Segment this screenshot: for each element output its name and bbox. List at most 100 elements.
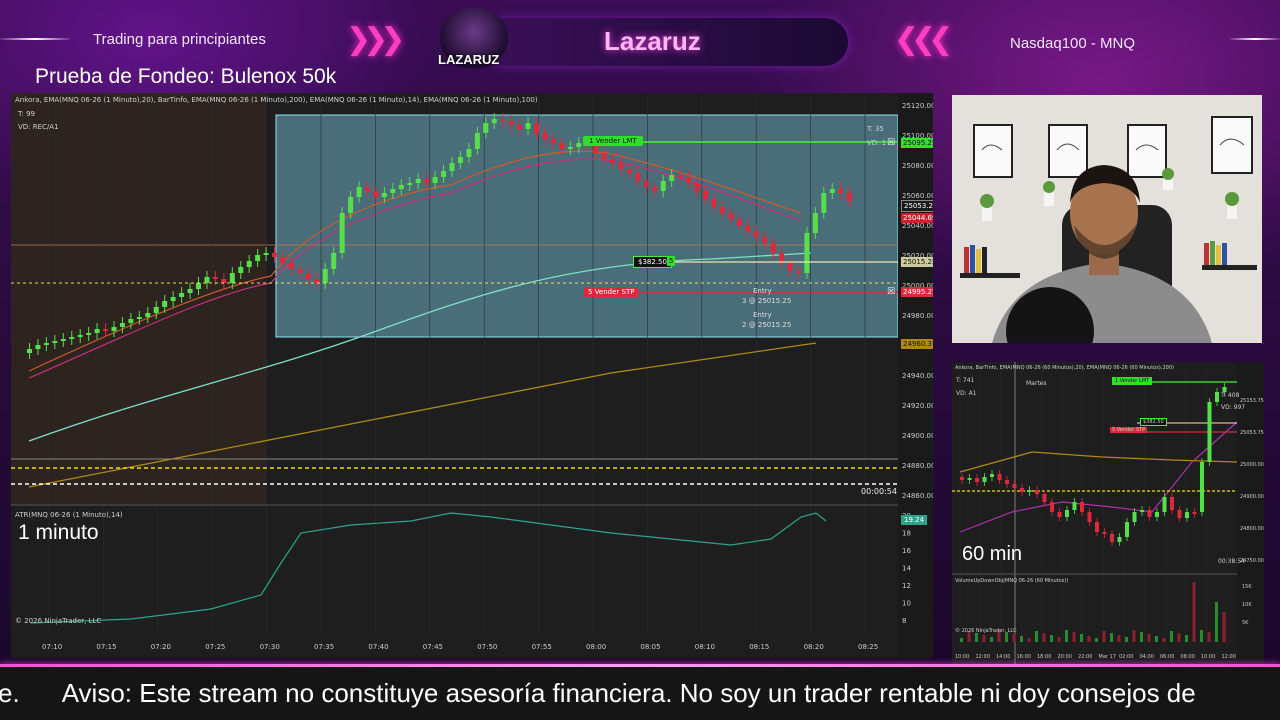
secondary-pnl-label: $382.50 <box>1140 418 1167 426</box>
atr-line <box>30 512 827 624</box>
candle-body <box>534 123 539 133</box>
ema-price-tag: 25044.69 <box>901 213 933 223</box>
hourly-price-chart[interactable]: 25153.7525053.7525000.0024900.0024800.00… <box>952 362 1264 664</box>
vol-tick-label: 10K <box>1242 602 1252 608</box>
small-y-tick-label: 25053.75 <box>1240 430 1264 436</box>
ema20-line <box>959 421 1238 533</box>
candle-body <box>280 257 286 263</box>
entry-marker-1-detail: 3 @ 25015.25 <box>742 297 792 305</box>
close-stop-icon[interactable]: ☒ <box>887 287 895 297</box>
candle-body <box>196 283 201 289</box>
volume-bar <box>982 635 986 642</box>
candle-body <box>466 149 472 157</box>
small-candle-body <box>1125 522 1129 537</box>
close-order-icon[interactable]: ☒ <box>887 138 895 148</box>
entry-marker-1-title: Entry <box>753 287 772 295</box>
header-line-left <box>0 38 70 40</box>
pnl-qty: 5 <box>667 256 676 266</box>
volume-bar <box>960 638 963 642</box>
candle-body <box>415 179 421 183</box>
candle-body <box>491 119 497 123</box>
streamer-name: Lazaruz <box>604 26 701 56</box>
tick-counter: T: 99 <box>18 110 35 118</box>
volume-bar <box>1027 638 1031 642</box>
atr-tick-label: 8 <box>902 617 906 625</box>
small-x-tick-label: 16:00 <box>1017 654 1031 660</box>
candle-body <box>407 183 413 185</box>
candle-body <box>356 187 362 197</box>
candle-body <box>69 337 75 339</box>
candle-body <box>660 181 666 191</box>
small-candle-body <box>1065 510 1069 517</box>
small-x-tick-label: 12:00 <box>1222 654 1236 660</box>
small-candle-body <box>1192 512 1197 514</box>
volume-bar <box>1222 612 1226 642</box>
candle-body <box>297 269 303 273</box>
x-tick-label: 07:10 <box>42 643 62 651</box>
y-tick-label: 24980.00 <box>902 312 933 320</box>
x-tick-label: 07:40 <box>368 643 388 651</box>
candle-body <box>331 253 337 269</box>
small-x-tick-label: 06:00 <box>1160 654 1174 660</box>
secondary-target-label: 1 Vender LMT <box>1112 377 1153 385</box>
candle-body <box>187 289 193 293</box>
last-price-tag: 25053.25 <box>901 200 933 212</box>
atr-tick-label: 12 <box>902 582 911 590</box>
vol-tick-label: 5K <box>1242 620 1249 626</box>
candle-body <box>846 193 852 201</box>
small-x-tick-label: 18:00 <box>1037 654 1051 660</box>
small-x-tick-label: 10:00 <box>1201 654 1215 660</box>
candle-body <box>753 231 759 237</box>
candle-body <box>179 293 185 297</box>
volume-bar <box>1020 636 1023 642</box>
volume-bar <box>1147 634 1151 642</box>
candle-body <box>508 121 514 125</box>
candle-body <box>736 219 742 225</box>
x-tick-label: 07:15 <box>96 643 116 651</box>
x-tick-label: 07:30 <box>260 643 280 651</box>
small-candle-body <box>1095 522 1099 532</box>
small-x-tick-label: 08:00 <box>1181 654 1195 660</box>
candle-body <box>94 329 100 333</box>
small-candle-body <box>1110 534 1114 542</box>
chevron-right-icon: ❯❯❯ <box>346 22 405 57</box>
candle-body <box>643 181 649 187</box>
target-order-label[interactable]: 1 Vender LMT <box>583 136 643 146</box>
shelf <box>960 273 1020 278</box>
candle-body <box>829 189 835 193</box>
volume-bar <box>1125 637 1128 642</box>
atr-tick-label: 16 <box>902 547 911 555</box>
small-candle-body <box>1207 402 1212 462</box>
small-candle-body <box>997 474 1002 480</box>
y-tick-label: 24880.00 <box>902 462 933 470</box>
x-tick-label: 08:10 <box>695 643 715 651</box>
candle-body <box>365 187 370 191</box>
secondary-chart-panel[interactable]: 25153.75 25053.75 25000.00 24900.00 24800.00… <box>952 362 1264 664</box>
volume-bar <box>1102 631 1106 642</box>
header-left-text: Trading para principiantes <box>93 31 266 48</box>
small-x-tick-label: 10:00 <box>955 654 969 660</box>
main-price-chart[interactable]: 25120.0025100.0025080.0025060.0025040.00… <box>11 93 933 658</box>
candle-body <box>229 273 235 283</box>
volume-bar <box>1080 634 1083 642</box>
ticker-message: Aviso: Este stream no constituye asesorí… <box>61 678 1196 708</box>
candle-body <box>27 349 32 353</box>
candle-body <box>272 253 278 257</box>
main-chart-panel[interactable]: 25120.00 25100.00 25080.00 25060.00 25040.00… <box>11 93 933 658</box>
candle-body <box>703 191 708 199</box>
candle-body <box>795 271 801 273</box>
candle-body <box>618 163 624 169</box>
webcam-feed <box>952 95 1262 343</box>
stop-order-label[interactable]: 5 Vender STP <box>584 287 639 297</box>
candle-body <box>745 225 751 231</box>
secondary-box-tick: T: 408 <box>1221 392 1240 399</box>
atr-header: ATR(MNQ 06-26 (1 Minuto),14) <box>15 511 123 519</box>
small-candle-body <box>1200 462 1204 512</box>
secondary-chart-header: Ankora, BarTinfo, EMA(MNQ 06-26 (60 Minu… <box>955 365 1174 371</box>
candle-body <box>441 171 447 177</box>
candle-body <box>576 143 582 147</box>
y-tick-label: 25040.00 <box>902 222 933 230</box>
box-tick: T: 35 <box>867 125 884 133</box>
logo-text: LAZARUZ <box>438 52 500 67</box>
candle-body <box>305 273 311 279</box>
